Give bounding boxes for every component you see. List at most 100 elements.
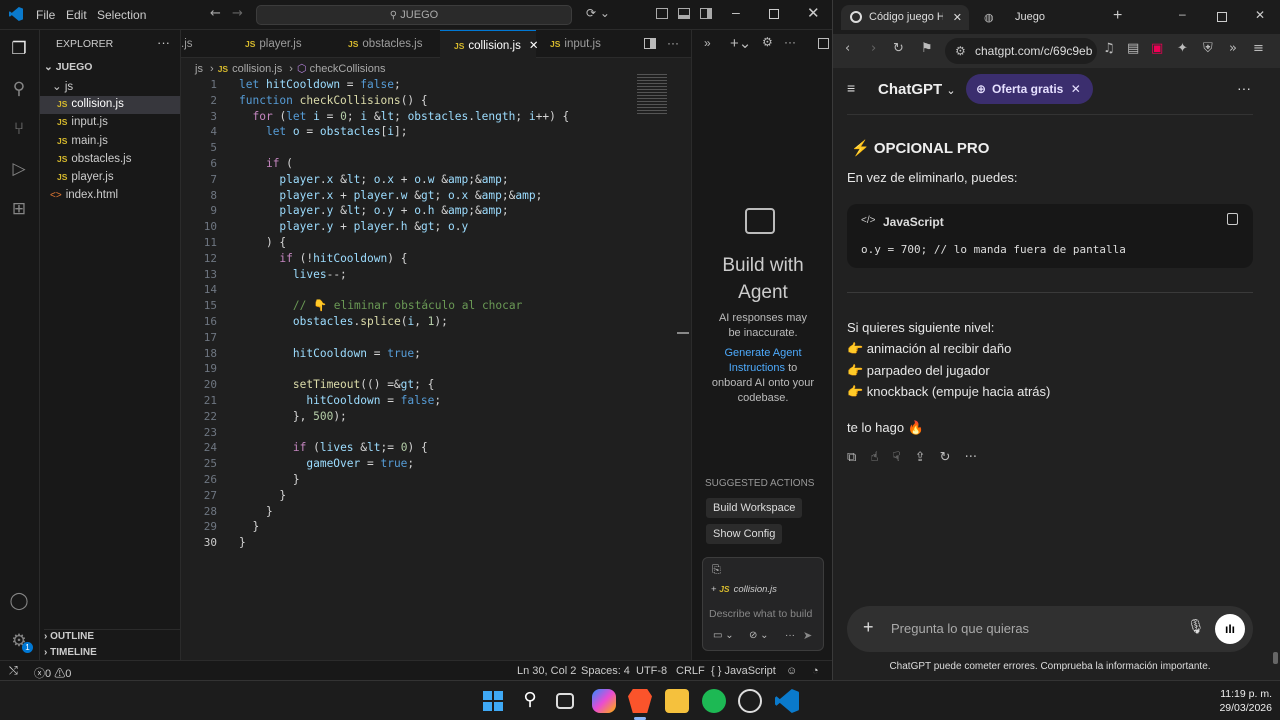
menu-selection[interactable]: Selection (97, 8, 146, 22)
forward-arrow-icon[interactable]: → (232, 6, 243, 21)
code-line[interactable]: for (let i = 0; i &lt; obstacles.length;… (239, 109, 569, 125)
minimize-icon[interactable]: – (1179, 7, 1186, 21)
code-line[interactable]: } (239, 504, 569, 520)
prompt-input[interactable]: + Pregunta lo que quieras 🎙 ıIı (847, 606, 1253, 652)
chatgpt-app-icon[interactable] (738, 689, 762, 713)
back-arrow-icon[interactable]: ← (210, 6, 221, 21)
rewards-icon[interactable]: ✦ (1177, 41, 1188, 56)
run-debug-icon[interactable]: ▷ (8, 158, 30, 180)
tools-more-icon[interactable]: ··· (785, 630, 795, 641)
chat-input-box[interactable]: ⎘ + JS collision.js Describe what to buil… (702, 557, 824, 651)
extension-icon[interactable]: ▣ (1151, 41, 1163, 56)
maximize-panel-icon[interactable] (818, 38, 829, 49)
code-line[interactable] (239, 330, 569, 346)
close-icon[interactable]: ✕ (1255, 8, 1265, 22)
breadcrumb-file[interactable]: collision.js (232, 63, 282, 75)
regenerate-icon[interactable]: ↻ (940, 450, 951, 465)
code-line[interactable]: // 👇 eliminar obstáculo al chocar (239, 298, 569, 314)
search-icon[interactable]: ⚲ (8, 78, 30, 100)
start-windows-icon[interactable] (481, 689, 505, 713)
code-line[interactable]: let o = obstacles[i]; (239, 124, 569, 140)
bookmark-icon[interactable]: ⚑ (921, 41, 933, 56)
show-config-button[interactable]: Show Config (706, 524, 783, 544)
code-line[interactable]: hitCooldown = true; (239, 346, 569, 362)
code-line[interactable]: player.y + player.h &gt; o.y (239, 219, 569, 235)
explorer-icon[interactable]: ❐ (8, 38, 30, 60)
code-line[interactable]: hitCooldown = false; (239, 393, 569, 409)
code-line[interactable]: player.x + player.w &gt; o.x &amp;&amp; (239, 188, 569, 204)
indentation[interactable]: Spaces: 4 (581, 665, 630, 677)
split-editor-icon[interactable] (644, 38, 656, 49)
code-line[interactable] (239, 140, 569, 156)
copilot-app-icon[interactable] (592, 689, 616, 713)
vscode-app-icon[interactable] (775, 689, 799, 713)
language-mode[interactable]: { } JavaScript (711, 665, 776, 677)
chat-input-placeholder[interactable]: Describe what to build (709, 608, 821, 620)
code-line[interactable] (239, 361, 569, 377)
more-icon[interactable]: ··· (157, 35, 170, 50)
scrollbar[interactable] (677, 332, 689, 334)
context-file-chip[interactable]: + JS collision.js (711, 584, 777, 595)
layout-panel-icon[interactable] (678, 8, 690, 19)
reader-icon[interactable]: ▤ (1127, 41, 1139, 56)
code-editor[interactable]: js › JS collision.js › ⬡ checkCollisions 12… (181, 58, 691, 660)
more-icon[interactable]: ··· (784, 35, 796, 49)
editor-more-icon[interactable]: ··· (667, 36, 679, 50)
offer-button[interactable]: ⊕ Oferta gratis ✕ (966, 74, 1093, 104)
more-icon[interactable]: ··· (965, 450, 977, 465)
code-line[interactable]: if (lives &lt;= 0) { (239, 440, 569, 456)
code-line[interactable]: } (239, 472, 569, 488)
shield-icon[interactable]: ⛨ (1203, 41, 1213, 56)
breadcrumb-folder[interactable]: js (195, 63, 203, 75)
attach-icon[interactable]: ⎘ (712, 563, 721, 577)
source-control-icon[interactable]: ⑂ (8, 118, 30, 140)
new-chat-icon[interactable]: +⌄ (730, 34, 751, 52)
command-center-search[interactable]: ⚲ JUEGO (256, 5, 572, 25)
problems-indicator[interactable]: ⓧ0 ⚠0 (34, 665, 71, 681)
menu-icon[interactable]: ≡ (1253, 41, 1264, 56)
file-main[interactable]: JS main.js (57, 135, 108, 147)
forward-icon[interactable]: › (871, 41, 876, 56)
media-icon[interactable]: ♫ (1103, 41, 1115, 56)
code-line[interactable]: if ( (239, 156, 569, 172)
url-field[interactable]: ⚙ chatgpt.com/c/69c9eb (945, 38, 1097, 64)
notifications-bell-icon[interactable]: ◔ (812, 665, 819, 677)
code-line[interactable]: function checkCollisions() { (239, 93, 569, 109)
layout-secondary-icon[interactable] (700, 8, 712, 19)
brave-browser-icon[interactable] (628, 689, 652, 713)
tab-juego[interactable]: ◍ Juego (975, 5, 1085, 30)
code-line[interactable]: } (239, 488, 569, 504)
code-line[interactable]: gameOver = true; (239, 456, 569, 472)
file-player[interactable]: JS player.js (57, 171, 114, 183)
extensions-icon[interactable]: ⊞ (8, 198, 30, 220)
code-line[interactable]: setTimeout(() =&gt; { (239, 377, 569, 393)
menu-edit[interactable]: Edit (66, 8, 87, 22)
minimize-icon[interactable]: – (732, 4, 740, 20)
code-line[interactable]: player.y &lt; o.y + o.h &amp;&amp; (239, 203, 569, 219)
voice-mode-icon[interactable]: ıIı (1215, 614, 1245, 644)
taskbar-search-icon[interactable]: ⚲ (518, 689, 542, 713)
tab-collision[interactable]: JS collision.js ✕ (440, 30, 538, 58)
chevron-right-icon[interactable]: » (704, 36, 711, 50)
timeline-section[interactable]: › TIMELINE (44, 647, 97, 658)
share-icon[interactable]: ⇪ (915, 450, 926, 465)
file-obstacles[interactable]: JS obstacles.js (57, 153, 132, 165)
encoding[interactable]: UTF-8 (636, 665, 667, 677)
line-ending[interactable]: CRLF (676, 665, 705, 677)
code-line[interactable]: player.x &lt; o.x + o.w &amp;&amp; (239, 172, 569, 188)
file-explorer-icon[interactable] (665, 689, 689, 713)
app-name[interactable]: ChatGPT ⌄ (878, 81, 956, 98)
send-icon[interactable]: ➤ (803, 629, 812, 642)
close-icon[interactable]: ✕ (807, 4, 820, 22)
tab-input[interactable]: JS input.js (536, 30, 626, 58)
code-content[interactable]: let hitCooldown = false; function checkCo… (239, 77, 569, 551)
site-info-icon[interactable]: ⚙ (955, 38, 966, 64)
tab-partial[interactable]: .js (181, 30, 231, 58)
maximize-icon[interactable] (1217, 12, 1227, 22)
add-attachment-icon[interactable]: + (863, 617, 874, 638)
minimap[interactable] (637, 74, 667, 114)
offer-close-icon[interactable]: ✕ (1071, 82, 1081, 96)
microphone-icon[interactable]: 🎙 (1187, 619, 1205, 635)
tab-close-icon[interactable]: ✕ (953, 5, 962, 30)
code-line[interactable]: let hitCooldown = false; (239, 77, 569, 93)
